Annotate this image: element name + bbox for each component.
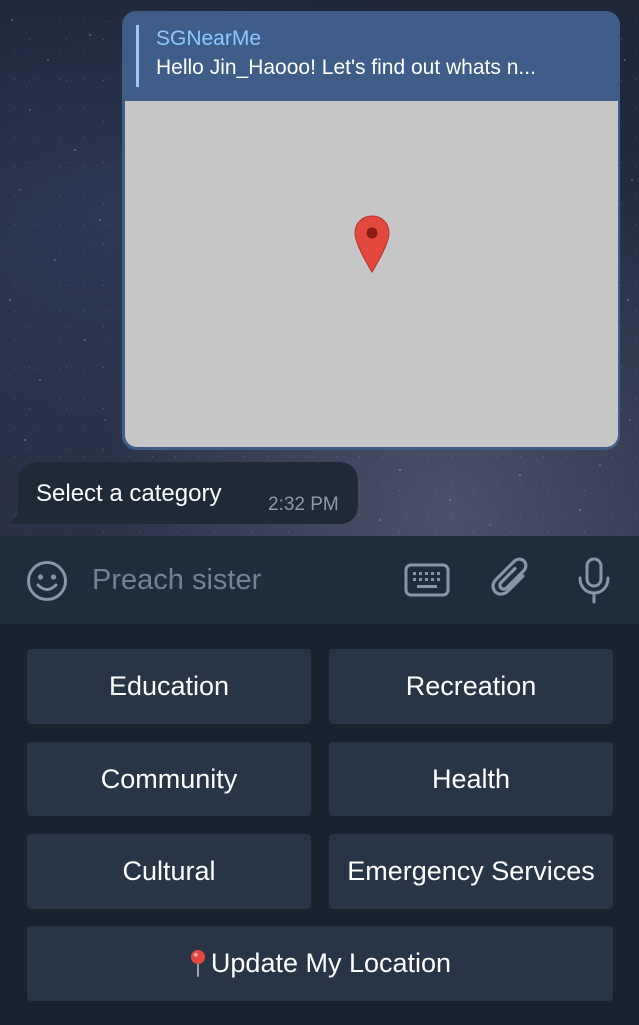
button-label: Update My Location — [210, 948, 452, 978]
update-my-location-button[interactable]: Update My Location — [27, 926, 613, 1001]
button-label: Education — [108, 671, 230, 701]
button-label: Health — [431, 763, 511, 794]
education-button[interactable]: Education — [27, 649, 311, 724]
message-composer — [0, 536, 639, 624]
reply-sender-name: SGNearMe — [156, 27, 262, 50]
recreation-button[interactable]: Recreation — [329, 649, 613, 724]
round-pushpin-icon — [190, 949, 205, 977]
message-timestamp: 2:32 PM — [268, 494, 339, 515]
chat-area[interactable]: SGNearMe Hello Jin_Haooo! Let's find out… — [0, 0, 639, 536]
message-text: Select a category — [36, 480, 222, 507]
button-label: Recreation — [405, 671, 537, 701]
keyboard-icon[interactable] — [404, 562, 450, 598]
microphone-icon[interactable] — [574, 556, 614, 606]
reply-preview-text: Hello Jin_Haooo! Let's find out whats n.… — [156, 56, 536, 79]
cultural-button[interactable]: Cultural — [27, 834, 311, 909]
message-bubble[interactable]: Select a category 2:32 PM — [18, 462, 358, 524]
button-label: Cultural — [122, 856, 216, 886]
emoji-icon[interactable] — [24, 558, 70, 604]
reply-quote[interactable]: SGNearMe Hello Jin_Haooo! Let's find out… — [136, 25, 608, 87]
location-map-preview[interactable] — [125, 101, 618, 447]
emergency-services-button[interactable]: Emergency Services — [329, 834, 613, 909]
map-pin-icon — [354, 215, 390, 273]
message-input[interactable] — [92, 554, 382, 606]
location-message-bubble[interactable]: SGNearMe Hello Jin_Haooo! Let's find out… — [122, 11, 620, 450]
button-label: Community — [100, 763, 238, 794]
paperclip-icon[interactable] — [490, 556, 532, 604]
bot-reply-keyboard: Education Recreation Community Health Cu… — [0, 624, 639, 1025]
button-label: Emergency Services — [347, 856, 595, 886]
community-button[interactable]: Community — [27, 742, 311, 816]
health-button[interactable]: Health — [329, 742, 613, 816]
